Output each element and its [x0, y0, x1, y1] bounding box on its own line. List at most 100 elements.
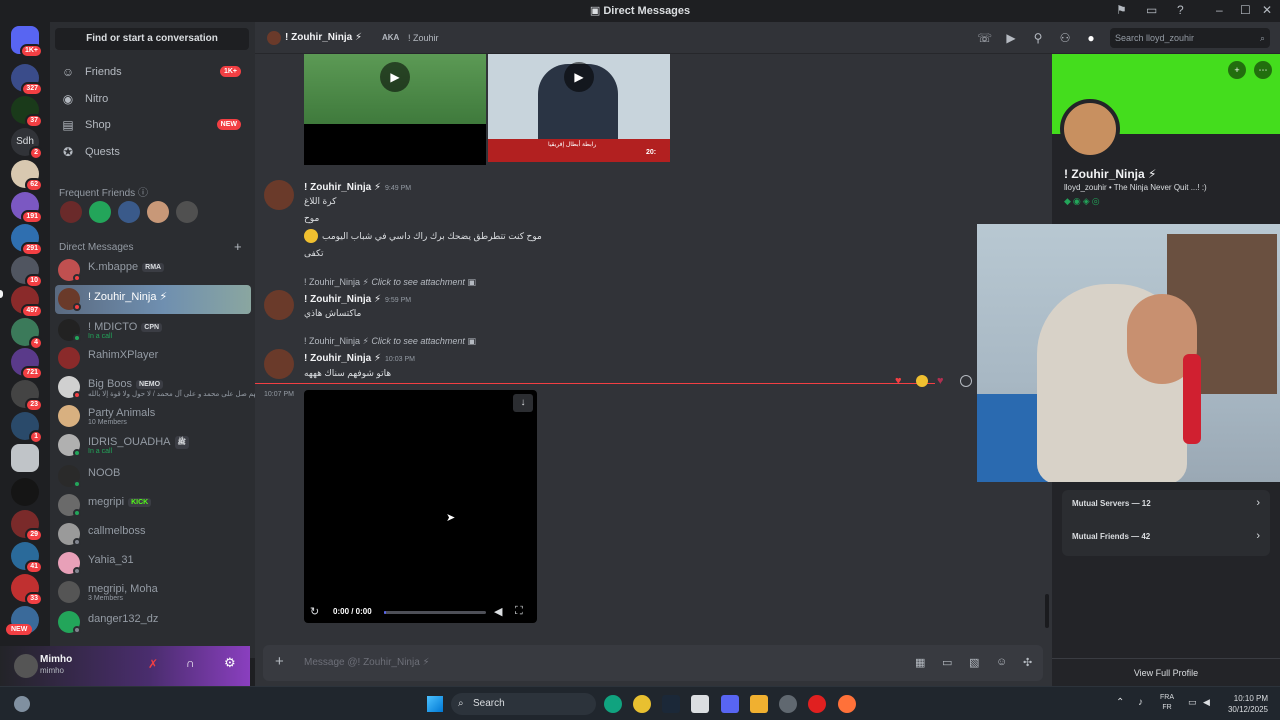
dm-item[interactable]: NOOB [55, 462, 251, 491]
add-friends-icon[interactable]: ⚇ [1058, 31, 1072, 45]
video-call-icon[interactable]: ▶ [1004, 31, 1018, 45]
weather-icon[interactable] [14, 696, 30, 712]
find-conversation-button[interactable]: Find or start a conversation [55, 28, 249, 50]
opera-icon[interactable] [808, 695, 826, 713]
play-icon[interactable]: ▶ [564, 62, 594, 92]
dm-item[interactable]: IDRIS_OUADHA ﷺ In a call [55, 431, 251, 460]
reply-preview[interactable]: ! Zouhir_Ninja ⚡ Click to see attachment… [304, 336, 476, 347]
dm-item[interactable]: megripi, Moha 3 Members [55, 578, 251, 607]
sticker-icon[interactable]: ▧ [969, 656, 979, 669]
server-icon[interactable]: 4 [11, 318, 43, 350]
steam-icon[interactable] [662, 695, 680, 713]
headphones-icon[interactable]: ∩ [186, 656, 195, 670]
add-reaction-icon[interactable] [960, 375, 972, 387]
dm-item[interactable]: Yahia_31 [55, 549, 251, 578]
dm-item[interactable]: Big Boos NEMO اللهم صل على محمد و على آل م… [55, 373, 263, 402]
chrome-icon[interactable] [633, 695, 651, 713]
pin-icon[interactable]: ⚲ [1031, 31, 1045, 45]
frequent-friend-avatar[interactable] [176, 201, 198, 223]
clock[interactable]: 10:10 PM 30/12/2025 [1222, 693, 1268, 715]
server-icon[interactable]: 10 [11, 256, 43, 288]
author-avatar[interactable] [264, 290, 294, 320]
mutual-friends[interactable]: Mutual Friends — 42 [1072, 532, 1150, 541]
settings-icon[interactable] [779, 695, 797, 713]
heart-reaction-icon[interactable]: ♥ [895, 375, 902, 387]
dm-item[interactable]: ! MDICTO CPN In a call [55, 316, 251, 345]
settings-gear-icon[interactable]: ⚙ [224, 655, 236, 671]
play-icon[interactable]: ▶ [380, 62, 410, 92]
microphone-icon[interactable]: ♪ [1138, 697, 1143, 708]
file-explorer-icon[interactable] [750, 695, 768, 713]
nav-nitro[interactable]: ◉ Nitro [55, 87, 251, 112]
server-icon[interactable] [11, 444, 39, 472]
volume-icon[interactable]: ◀ [1203, 697, 1210, 708]
server-icon[interactable]: 721 [11, 348, 43, 380]
frequent-friend-avatar[interactable] [89, 201, 111, 223]
heart-reaction-icon[interactable]: ♥ [937, 375, 944, 387]
replay-icon[interactable]: ↻ [310, 605, 319, 618]
frequent-friend-avatar[interactable] [60, 201, 82, 223]
author-avatar[interactable] [264, 349, 294, 379]
nav-friends[interactable]: ☺ Friends 1K+ [55, 60, 251, 85]
nav-shop[interactable]: ▤ Shop NEW [55, 113, 251, 138]
server-icon[interactable]: 62 [11, 160, 43, 192]
search-input[interactable]: Search lloyd_zouhir ⌕ [1110, 28, 1270, 48]
close-icon[interactable]: ✕ [1262, 3, 1272, 17]
help-icon[interactable]: ? [1177, 3, 1184, 17]
server-icon[interactable]: 191 [11, 192, 43, 224]
add-friend-icon[interactable]: + [1228, 61, 1246, 79]
server-icon[interactable]: 29 [11, 510, 43, 542]
upload-plus-icon[interactable]: + [275, 653, 284, 670]
taskbar-search[interactable]: ⌕ Search [451, 693, 596, 715]
frequent-friend-avatar[interactable] [147, 201, 169, 223]
network-icon[interactable]: ▭ [1188, 697, 1197, 708]
maximize-icon[interactable]: ☐ [1240, 3, 1251, 17]
firefox-icon[interactable] [838, 695, 856, 713]
server-icon[interactable] [11, 478, 39, 506]
message-composer[interactable]: + Message @! Zouhir_Ninja ⚡ ▦ ▭ ▧ ☺ ✣ [263, 645, 1043, 681]
profile-toggle-icon[interactable]: ● [1084, 31, 1098, 45]
server-icon[interactable]: 497 [11, 286, 43, 318]
laugh-reaction-icon[interactable] [916, 375, 928, 387]
scrollbar[interactable] [1045, 594, 1049, 628]
author-avatar[interactable] [264, 180, 294, 210]
start-button[interactable] [427, 696, 443, 712]
mutual-servers[interactable]: Mutual Servers — 12 [1072, 499, 1151, 508]
mute-icon[interactable]: ✗ [148, 657, 158, 671]
fullscreen-icon[interactable]: ⛶ [515, 605, 523, 618]
dm-item-selected[interactable]: ! Zouhir_Ninja ⚡ [55, 285, 251, 314]
server-icon[interactable]: 327 [11, 64, 43, 96]
dm-item[interactable]: K.mbappe RMA [55, 256, 251, 285]
frequent-friend-avatar[interactable] [118, 201, 140, 223]
seek-bar[interactable] [384, 611, 486, 614]
server-icon[interactable]: Sdh 2 [11, 128, 43, 160]
author-name[interactable]: ! Zouhir_Ninja ⚡ [304, 182, 381, 193]
create-dm-icon[interactable]: + [234, 239, 242, 254]
avatar[interactable] [14, 654, 38, 678]
server-icon[interactable]: 23 [11, 380, 43, 412]
server-icon[interactable]: 291 [11, 224, 43, 256]
dm-item[interactable]: Party Animals 10 Members [55, 402, 251, 431]
gift-icon[interactable]: ▦ [915, 656, 925, 669]
server-icon[interactable]: 33 [11, 574, 43, 606]
download-icon[interactable]: ↓ [513, 394, 533, 412]
discord-taskbar-icon[interactable] [721, 695, 739, 713]
language-indicator[interactable]: FRA FR [1160, 693, 1174, 713]
dm-item[interactable]: callmelboss [55, 520, 251, 549]
view-full-profile-button[interactable]: View Full Profile [1052, 668, 1280, 678]
video-player[interactable]: ↓ ➤ ↻ 0:00 / 0:00 ◀ ⛶ [304, 390, 537, 623]
reply-preview[interactable]: ! Zouhir_Ninja ⚡ Click to see attachment… [304, 277, 476, 288]
minimize-icon[interactable]: – [1216, 3, 1223, 17]
profile-avatar[interactable] [1060, 99, 1120, 159]
app-icon[interactable] [691, 695, 709, 713]
dm-item[interactable]: megripi KICK [55, 491, 251, 520]
emoji-icon[interactable]: ☺ [996, 656, 1007, 668]
video-attachment[interactable]: ▶ [304, 54, 486, 165]
volume-icon[interactable]: ◀ [494, 605, 502, 618]
author-name[interactable]: ! Zouhir_Ninja ⚡ [304, 353, 381, 364]
nav-quests[interactable]: ✪ Quests [55, 140, 251, 165]
server-icon[interactable]: 37 [11, 96, 43, 128]
author-name[interactable]: ! Zouhir_Ninja ⚡ [304, 294, 381, 305]
apps-icon[interactable]: ✣ [1023, 656, 1032, 669]
gif-icon[interactable]: ▭ [942, 656, 952, 669]
